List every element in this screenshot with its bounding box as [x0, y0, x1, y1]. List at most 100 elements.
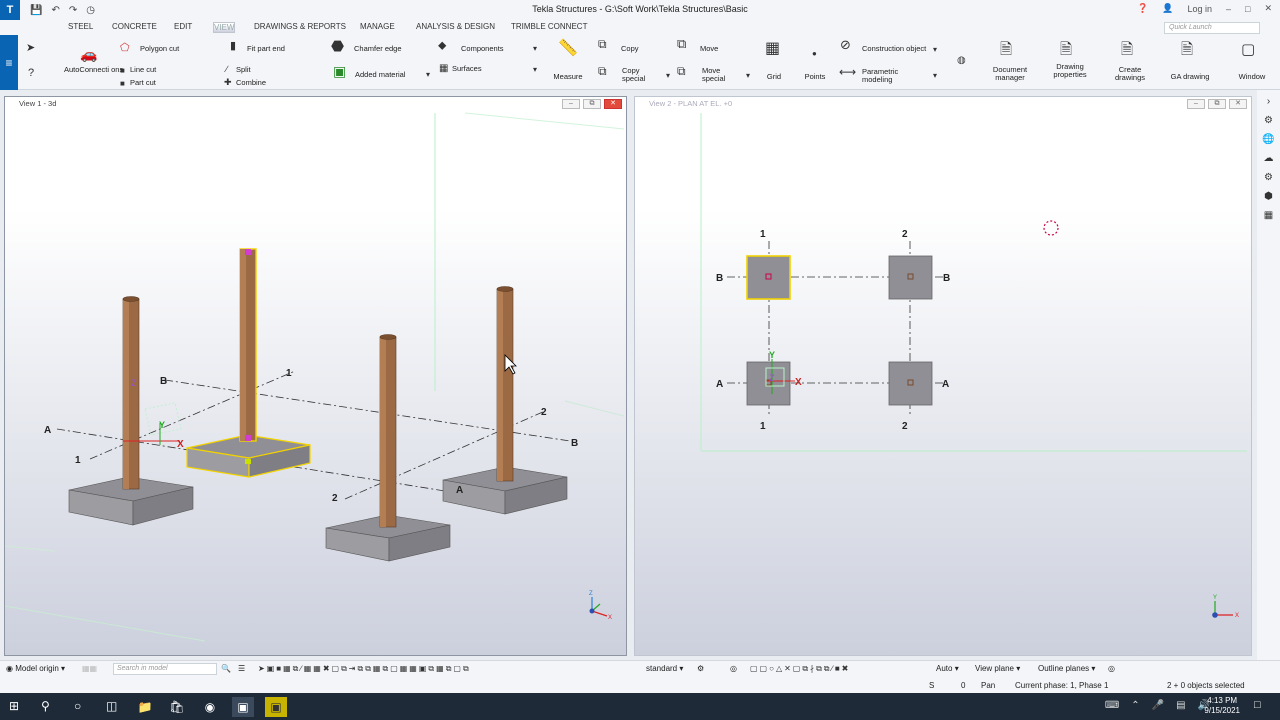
- user-icon[interactable]: 👤: [1162, 3, 1173, 14]
- ga-drawing-button[interactable]: GA drawing: [1166, 73, 1214, 81]
- store-icon[interactable]: 🛍: [166, 697, 188, 717]
- file-explorer-icon[interactable]: 📁: [134, 697, 156, 717]
- auto-dropdown[interactable]: Auto ▾: [936, 664, 959, 673]
- window-icon[interactable]: ▢: [1241, 42, 1255, 57]
- move-button[interactable]: Move: [700, 45, 718, 53]
- measure-button[interactable]: Measure: [551, 73, 585, 81]
- components-panel-icon[interactable]: ⬢: [1257, 191, 1280, 204]
- inquire-icon[interactable]: ?: [28, 68, 34, 79]
- polygon-cut-icon[interactable]: ⬠: [120, 43, 130, 54]
- copy-icon[interactable]: ⧉: [598, 38, 607, 50]
- model-origin-dropdown[interactable]: ◉ Model origin ▾: [6, 664, 65, 673]
- surfaces-icon[interactable]: ▦: [439, 63, 448, 74]
- eye-icon[interactable]: ◎: [1108, 664, 1115, 673]
- view-3d-close-button[interactable]: ✕: [604, 99, 622, 109]
- settings-icon[interactable]: ⚙: [1257, 172, 1280, 185]
- move-special-button[interactable]: Move special: [702, 67, 732, 83]
- quick-launch-input[interactable]: Quick Launch: [1164, 22, 1260, 34]
- tab-drawings-reports[interactable]: DRAWINGS & REPORTS: [254, 22, 346, 31]
- tab-edit[interactable]: EDIT: [174, 22, 192, 31]
- tab-analysis-design[interactable]: ANALYSIS & DESIGN: [416, 22, 495, 31]
- split-button[interactable]: Split: [236, 66, 251, 74]
- view-plan-close-button[interactable]: ✕: [1229, 99, 1247, 109]
- keyboard-icon[interactable]: ⌨: [1105, 700, 1119, 711]
- part-cut-button[interactable]: Part cut: [130, 79, 156, 87]
- task-view-icon[interactable]: ◫: [106, 699, 117, 713]
- components-icon[interactable]: ⬥: [438, 39, 446, 51]
- standard-dropdown[interactable]: standard ▾: [646, 664, 683, 673]
- expand-side-pane-icon[interactable]: ›: [1257, 96, 1280, 109]
- tekla-taskbar-icon[interactable]: ▣: [232, 697, 254, 717]
- tab-trimble-connect[interactable]: TRIMBLE CONNECT: [511, 22, 587, 31]
- notifications-icon[interactable]: □: [1254, 699, 1261, 711]
- redo-icon[interactable]: ↷: [69, 5, 77, 16]
- visibility-toggle-icon[interactable]: ◎: [730, 664, 737, 673]
- copy-button[interactable]: Copy: [621, 45, 639, 53]
- chamfer-edge-icon[interactable]: ⬣: [331, 39, 344, 54]
- taskbar-search-icon[interactable]: ⚲: [41, 699, 50, 713]
- chamfer-edge-button[interactable]: Chamfer edge: [354, 45, 402, 53]
- document-manager-icon[interactable]: 🗎: [1000, 42, 1012, 57]
- view-3d-canvas[interactable]: Z Y X A A B B 1 1 2 2 Z X: [5, 111, 626, 655]
- history-icon[interactable]: ◷: [86, 5, 95, 16]
- measure-icon[interactable]: 📏: [558, 41, 578, 57]
- parametric-modeling-icon[interactable]: ⟷: [839, 66, 856, 78]
- copy-special-button[interactable]: Copy special: [622, 67, 652, 83]
- document-manager-button[interactable]: Document manager: [988, 66, 1032, 82]
- copy-special-dropdown-icon[interactable]: ▾: [666, 70, 670, 81]
- status-current-phase[interactable]: Current phase: 1, Phase 1: [1015, 681, 1108, 690]
- part-cut-icon[interactable]: ■: [120, 78, 125, 89]
- active-app-taskbar-icon[interactable]: ▣: [265, 697, 287, 717]
- search-icon[interactable]: 🔍: [221, 664, 231, 673]
- tab-steel[interactable]: STEEL: [68, 22, 93, 31]
- drawing-properties-button[interactable]: Drawing properties: [1048, 63, 1092, 79]
- points-icon[interactable]: ●: [812, 48, 817, 59]
- menu-hamburger-icon[interactable]: ≡: [0, 35, 18, 90]
- properties-icon[interactable]: ⚙: [1257, 115, 1280, 128]
- ga-drawing-icon[interactable]: 🗎: [1181, 42, 1193, 57]
- snap-switches[interactable]: ▢▢○△✕▢⧉∤⧉⧉∕■✖: [750, 664, 850, 674]
- added-material-icon[interactable]: ▣: [333, 64, 346, 78]
- copy-special-icon[interactable]: ⧉: [598, 65, 607, 77]
- cloud-icon[interactable]: ☁: [1257, 153, 1280, 166]
- added-material-dropdown-icon[interactable]: ▾: [426, 69, 430, 80]
- maximize-button[interactable]: □: [1245, 4, 1250, 14]
- taskbar-clock[interactable]: 4:13 PM 9/15/2021: [1204, 696, 1240, 716]
- tab-view[interactable]: VIEW: [213, 22, 236, 33]
- network-icon[interactable]: ▤: [1176, 700, 1185, 711]
- visibility-icon[interactable]: ◍: [957, 55, 966, 66]
- points-button[interactable]: Points: [800, 73, 830, 81]
- components-button[interactable]: Components: [461, 45, 504, 53]
- view-plan[interactable]: View 2 - PLAN AT EL. +0 – ⧉ ✕ Y Z X 1 2 …: [634, 96, 1252, 656]
- surfaces-button[interactable]: Surfaces: [452, 65, 482, 73]
- snap-settings-icon[interactable]: ⚙: [697, 664, 704, 673]
- line-cut-icon[interactable]: ■: [120, 65, 125, 76]
- catalog-icon[interactable]: 🌐: [1257, 134, 1280, 147]
- added-material-button[interactable]: Added material: [355, 71, 405, 79]
- tab-manage[interactable]: MANAGE: [360, 22, 395, 31]
- search-options-icon[interactable]: ☰: [238, 664, 245, 673]
- microphone-icon[interactable]: 🎤: [1152, 700, 1164, 711]
- select-arrow-icon[interactable]: ➤: [26, 43, 35, 54]
- create-drawings-button[interactable]: Create drawings: [1108, 66, 1152, 82]
- view-3d-minimize-button[interactable]: –: [562, 99, 580, 109]
- combine-icon[interactable]: ✚: [224, 77, 232, 88]
- search-in-model-input[interactable]: Search in model: [113, 663, 217, 675]
- view-plan-restore-button[interactable]: ⧉: [1208, 99, 1226, 109]
- save-icon[interactable]: 💾: [30, 5, 42, 16]
- components-dropdown-icon[interactable]: ▾: [533, 43, 537, 54]
- view-plan-minimize-button[interactable]: –: [1187, 99, 1205, 109]
- autoconnections-button[interactable]: AutoConnecti ons: [64, 66, 123, 74]
- selection-switches[interactable]: ➤▣■▦⧉∕▦▦✖▢⧉⇥⧉⧉▦⧉▢▦▦▣⧉▦⧉▢⧉: [258, 664, 471, 674]
- tray-expand-icon[interactable]: ⌃: [1131, 700, 1139, 711]
- parametric-modeling-dropdown-icon[interactable]: ▾: [933, 70, 937, 81]
- tab-concrete[interactable]: CONCRETE: [112, 22, 157, 31]
- split-icon[interactable]: ∕: [226, 64, 228, 75]
- surfaces-dropdown-icon[interactable]: ▾: [533, 64, 537, 75]
- undo-icon[interactable]: ↶: [51, 5, 59, 16]
- plan-footing-b2[interactable]: [888, 255, 933, 300]
- construction-object-dropdown-icon[interactable]: ▾: [933, 44, 937, 55]
- plan-footing-b1-selected[interactable]: [746, 255, 791, 300]
- fit-part-end-button[interactable]: Fit part end: [247, 45, 285, 53]
- window-button[interactable]: Window: [1232, 73, 1272, 81]
